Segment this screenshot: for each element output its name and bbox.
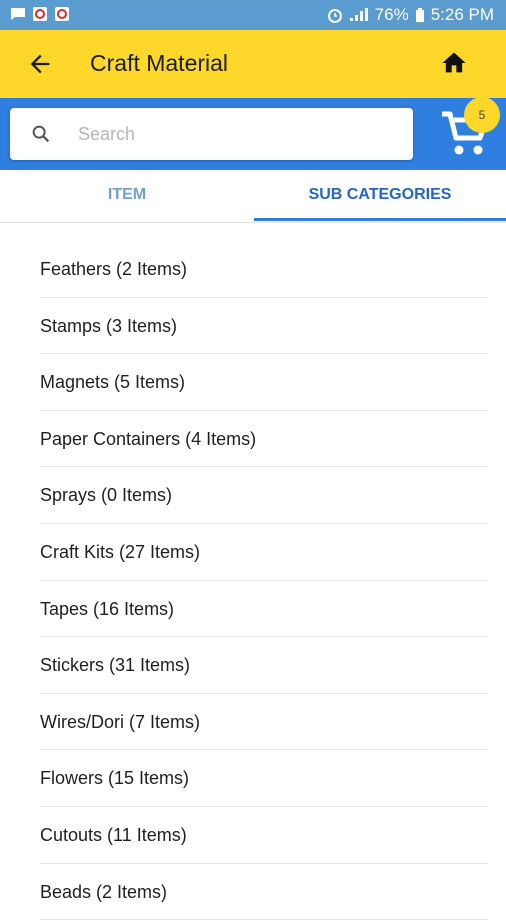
search-band	[0, 98, 506, 170]
search-box[interactable]	[10, 108, 413, 160]
search-icon	[32, 125, 50, 143]
list-item[interactable]: Magnets (5 Items)	[40, 354, 488, 411]
cart-badge: 5	[464, 97, 500, 133]
tab-sub-categories[interactable]: SUB CATEGORIES	[254, 170, 506, 222]
tab-indicator	[254, 218, 506, 221]
home-icon[interactable]	[440, 49, 468, 77]
list-item[interactable]: Tapes (16 Items)	[40, 581, 488, 638]
list-item[interactable]: Stamps (3 Items)	[40, 298, 488, 355]
list-item[interactable]: Cutouts (11 Items)	[40, 807, 488, 864]
list-item[interactable]: Wires/Dori (7 Items)	[40, 694, 488, 751]
battery-icon	[415, 8, 424, 22]
message-icon	[11, 8, 25, 20]
back-arrow-icon[interactable]	[26, 50, 54, 78]
battery-level: 76%	[374, 5, 409, 24]
list-item[interactable]: Craft Kits (27 Items)	[40, 524, 488, 581]
list-item[interactable]: Sprays (0 Items)	[40, 467, 488, 524]
list-item[interactable]: Flowers (15 Items)	[40, 750, 488, 807]
list-item[interactable]: Paper Containers (4 Items)	[40, 411, 488, 468]
signal-icon	[349, 8, 368, 21]
tab-item[interactable]: ITEM	[0, 170, 254, 222]
status-bar: 76% 5:26 PM	[0, 0, 506, 30]
search-input[interactable]	[76, 118, 400, 150]
page-title: Craft Material	[90, 50, 229, 76]
app-notification-icon	[55, 7, 69, 21]
tab-bar: ITEM SUB CATEGORIES	[0, 170, 506, 223]
app-bar: Craft Material	[0, 30, 506, 98]
status-right: 76% 5:26 PM	[327, 5, 494, 25]
notification-icons	[10, 6, 70, 22]
clock: 5:26 PM	[430, 5, 494, 24]
alarm-icon	[327, 9, 342, 23]
list-item[interactable]: Feathers (2 Items)	[40, 241, 488, 298]
subcategory-list: Feathers (2 Items) Stamps (3 Items) Magn…	[40, 241, 488, 920]
list-item[interactable]: Beads (2 Items)	[40, 864, 488, 920]
app-notification-icon	[33, 7, 47, 21]
list-item[interactable]: Stickers (31 Items)	[40, 637, 488, 694]
